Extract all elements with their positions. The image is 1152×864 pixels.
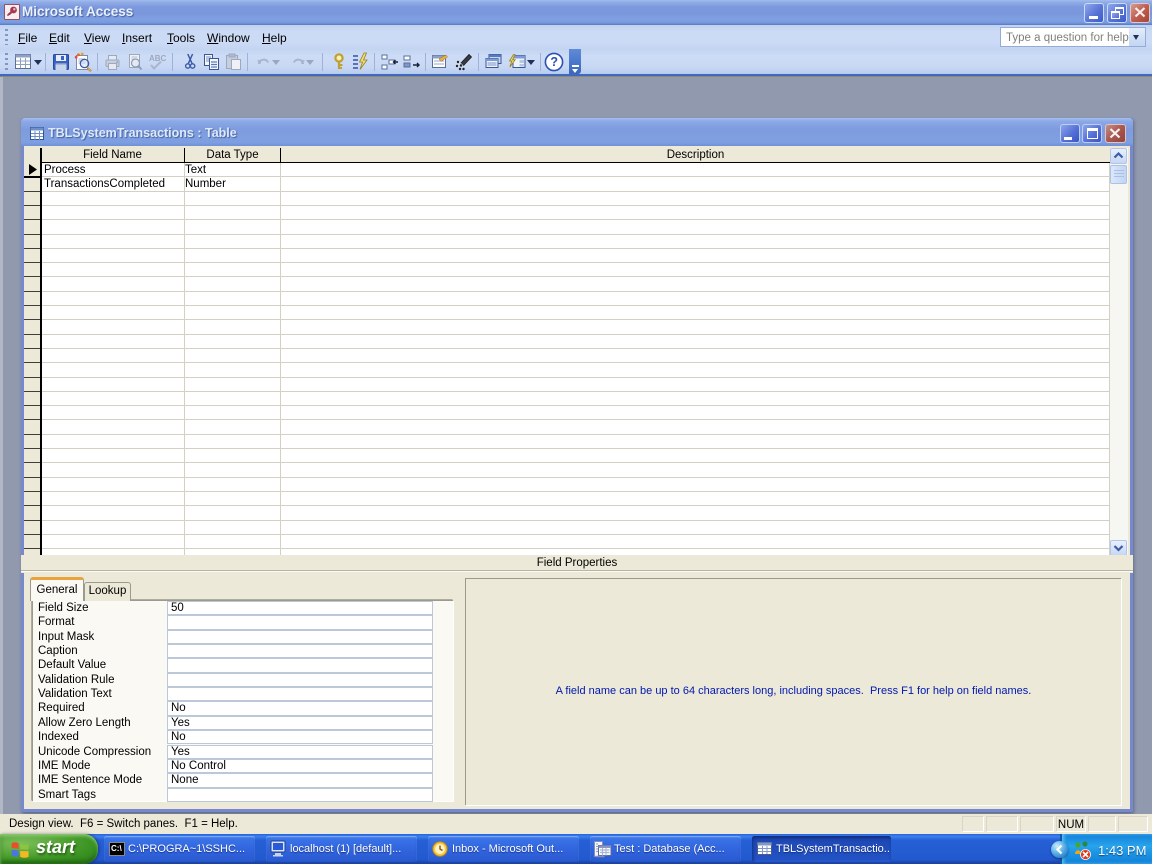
svg-text:ABC: ABC (149, 54, 167, 63)
svg-text:?: ? (550, 55, 558, 69)
